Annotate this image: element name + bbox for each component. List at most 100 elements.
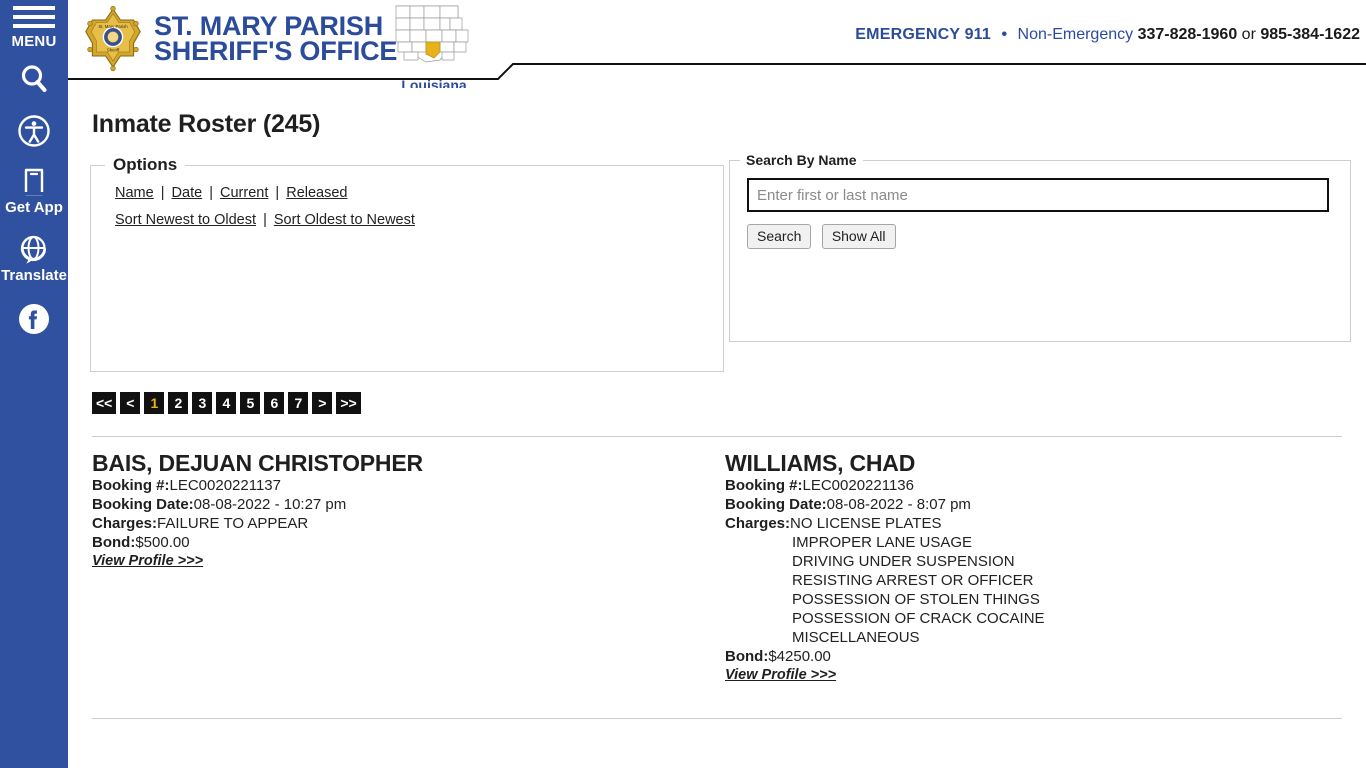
bond-value: $4250.00: [768, 648, 831, 666]
filter-links-row: Name | Date | Current | Released: [115, 185, 723, 201]
pagination-page-3[interactable]: 3: [192, 392, 213, 414]
accessibility-icon: [17, 114, 51, 148]
search-icon[interactable]: [17, 62, 51, 96]
translate-globe-icon: [18, 234, 50, 266]
inmate-booking-date-row: Booking Date:08-08-2022 - 10:27 pm: [92, 495, 692, 514]
left-sidebar: MENU Get App Translate: [0, 0, 68, 768]
filter-link-date[interactable]: Date: [172, 185, 203, 201]
conjunction: or: [1241, 26, 1256, 43]
search-input[interactable]: [747, 178, 1329, 212]
filter-panels: Options Name | Date | Current | Released…: [68, 152, 1366, 380]
inmate-name: BAIS, DEJUAN CHRISTOPHER: [92, 450, 423, 476]
mobile-app-icon: [18, 166, 50, 198]
charge-value: DRIVING UNDER SUSPENSION: [792, 553, 1015, 571]
charge-value: FAILURE TO APPEAR: [157, 515, 309, 533]
filter-link-released[interactable]: Released: [286, 185, 347, 201]
inmate-record: WILLIAMS, CHAD Booking #:LEC0020221136 B…: [725, 450, 1345, 684]
inmate-booking-number-row: Booking #:LEC0020221136: [725, 476, 1345, 495]
charge-value: IMPROPER LANE USAGE: [792, 534, 973, 552]
inmate-booking-date-row: Booking Date:08-08-2022 - 8:07 pm: [725, 495, 1345, 514]
bond-label: Bond:: [92, 534, 136, 552]
menu-button[interactable]: MENU: [0, 6, 68, 49]
sidebar-item-translate[interactable]: Translate: [1, 234, 67, 284]
bond-value: $500.00: [135, 534, 190, 552]
booking-number-label: Booking #:: [725, 477, 803, 495]
sidebar-item-label: Get App: [5, 199, 63, 216]
filter-link-name[interactable]: Name: [115, 185, 154, 201]
roster-divider-top: [92, 436, 1342, 437]
sort-links-row: Sort Newest to Oldest | Sort Oldest to N…: [115, 212, 723, 228]
options-legend: Options: [113, 155, 178, 174]
view-profile-link[interactable]: View Profile >>>: [725, 667, 836, 683]
louisiana-map-icon: [395, 5, 469, 63]
charge-value: RESISTING ARREST OR OFFICER: [792, 572, 1034, 590]
options-panel: Options Name | Date | Current | Released…: [90, 155, 724, 372]
charges-label: Charges:: [725, 515, 791, 533]
link-separator: |: [263, 212, 267, 228]
booking-date-label: Booking Date:: [92, 496, 194, 514]
brand-logo[interactable]: St. Mary Parish Sheriff ST. MARY PARISH …: [82, 5, 397, 72]
sheriff-star-badge-icon: St. Mary Parish Sheriff: [82, 5, 144, 72]
sort-link-oldest-to-newest[interactable]: Sort Oldest to Newest: [274, 212, 415, 228]
phone-primary[interactable]: 337-828-1960: [1138, 26, 1238, 43]
booking-date-label: Booking Date:: [725, 496, 827, 514]
show-all-button[interactable]: Show All: [821, 224, 896, 249]
menu-label: MENU: [11, 33, 57, 50]
charge-value: NO LICENSE PLATES: [790, 515, 942, 533]
louisiana-map-graphic: Louisiana: [386, 2, 482, 93]
charge-value: POSSESSION OF CRACK COCAINE: [792, 610, 1045, 628]
pagination-page-5[interactable]: 5: [240, 392, 261, 414]
pagination-first[interactable]: <<: [92, 392, 117, 414]
sidebar-item-accessibility[interactable]: [17, 114, 51, 148]
inmate-record: BAIS, DEJUAN CHRISTOPHER Booking #:LEC00…: [92, 450, 692, 570]
pagination: << < 1 2 3 4 5 6 7 > >>: [92, 392, 1366, 414]
sidebar-item-get-app[interactable]: Get App: [5, 166, 63, 216]
booking-number-label: Booking #:: [92, 477, 170, 495]
inmate-bond-row: Bond:$500.00: [92, 533, 692, 552]
main-content: Inmate Roster (245) Options Name | Date …: [68, 88, 1366, 768]
emergency-contact-bar: EMERGENCY 911 • Non-Emergency 337-828-19…: [855, 26, 1360, 44]
pagination-page-6[interactable]: 6: [264, 392, 285, 414]
link-separator: |: [209, 185, 213, 201]
roster-divider-bottom: [92, 718, 1342, 719]
charges-label: Charges:: [92, 515, 158, 533]
bond-label: Bond:: [725, 648, 769, 666]
inmate-booking-number-row: Booking #:LEC0020221137: [92, 476, 692, 495]
search-legend: Search By Name: [746, 152, 857, 168]
inmate-charges-row: Charges:NO LICENSE PLATES IMPROPER LANE …: [725, 514, 1345, 647]
sidebar-item-label: Translate: [1, 266, 67, 284]
pagination-page-4[interactable]: 4: [216, 392, 237, 414]
separator-dot: •: [1001, 26, 1008, 43]
inmate-charges-row: Charges:FAILURE TO APPEAR: [92, 514, 692, 533]
pagination-prev[interactable]: <: [120, 392, 141, 414]
link-separator: |: [275, 185, 280, 201]
pagination-page-2[interactable]: 2: [168, 392, 189, 414]
phone-secondary[interactable]: 985-384-1622: [1260, 26, 1360, 43]
charge-value: MISCELLANEOUS: [792, 629, 920, 647]
booking-number-value: LEC0020221136: [802, 477, 915, 495]
pagination-page-1[interactable]: 1: [144, 392, 165, 414]
booking-number-value: LEC0020221137: [169, 477, 282, 495]
link-separator: |: [160, 185, 165, 201]
site-header: St. Mary Parish Sheriff ST. MARY PARISH …: [68, 0, 1366, 93]
sidebar-item-facebook[interactable]: [17, 302, 51, 336]
brand-wordmark: ST. MARY PARISH SHERIFF'S OFFICE: [154, 12, 397, 65]
pagination-last[interactable]: >>: [336, 392, 361, 414]
facebook-icon: [17, 302, 51, 336]
hamburger-menu-icon[interactable]: [13, 6, 55, 33]
view-profile-link[interactable]: View Profile >>>: [92, 553, 203, 569]
inmate-name: WILLIAMS, CHAD: [725, 450, 916, 476]
charge-value: POSSESSION OF STOLEN THINGS: [792, 591, 1040, 609]
sort-link-newest-to-oldest[interactable]: Sort Newest to Oldest: [115, 212, 256, 228]
booking-date-value: 08-08-2022 - 10:27 pm: [193, 496, 347, 514]
search-panel: Search By Name Search Show All: [729, 152, 1351, 342]
filter-link-current[interactable]: Current: [220, 185, 268, 201]
non-emergency-label: Non-Emergency: [1017, 26, 1134, 43]
booking-date-value: 08-08-2022 - 8:07 pm: [826, 496, 971, 514]
page-root: MENU Get App Translate St. Mary Parish S…: [0, 0, 1366, 768]
pagination-next[interactable]: >: [312, 392, 333, 414]
search-button[interactable]: Search: [747, 224, 812, 249]
pagination-page-7[interactable]: 7: [288, 392, 309, 414]
emergency-label: EMERGENCY 911: [855, 26, 991, 43]
svg-text:St. Mary Parish: St. Mary Parish: [98, 24, 128, 29]
